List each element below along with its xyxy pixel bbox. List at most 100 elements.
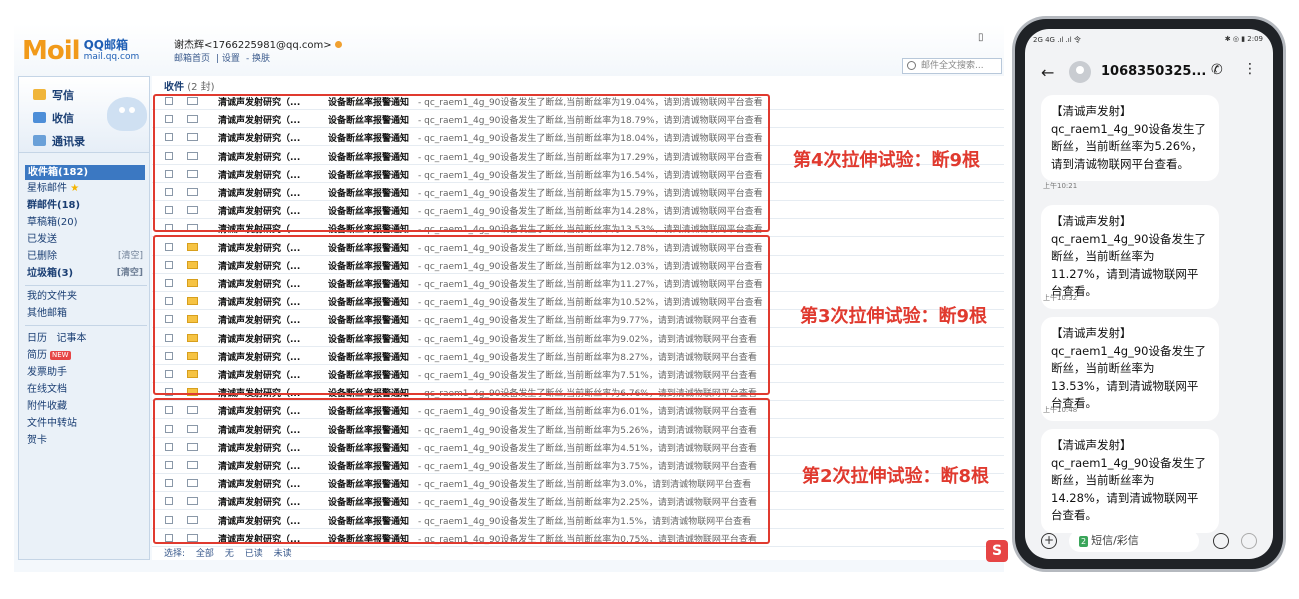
mascot-icon xyxy=(107,97,147,131)
watermark-logo: S xyxy=(986,540,1008,562)
group2-highlight-box xyxy=(153,398,770,544)
search-placeholder: 邮件全文搜索... xyxy=(921,61,984,71)
group2-annotation: 第2次拉伸试验：断8根 xyxy=(802,466,990,487)
mail-header: Moil QQ邮箱 mail.qq.com 谢杰辉<1766225981@qq.… xyxy=(14,24,1004,76)
empty-spam-link[interactable]: [清空] xyxy=(117,266,143,281)
user-account[interactable]: 谢杰辉<1766225981@qq.com> xyxy=(174,36,342,51)
logo-mark-m: M xyxy=(22,36,48,66)
phone-bezel: 2G 4G .ıl .ıl 令 ✱ ◎ ▮ 2:09 ← 1068350325.… xyxy=(1015,19,1283,569)
empty-deleted-link[interactable]: [清空] xyxy=(118,249,143,264)
group4-highlight-box xyxy=(153,94,770,232)
folder-sent[interactable]: 已发送 xyxy=(27,232,147,247)
tool-notebook[interactable]: 记事本 xyxy=(57,333,87,344)
folder-group-label: 群邮件(18) xyxy=(27,200,81,211)
tool-resume[interactable]: 简历 NEW xyxy=(27,348,147,363)
tool-file-transfer[interactable]: 文件中转站 xyxy=(27,416,147,431)
list-footer: 选择: 全部 无 已读 未读 xyxy=(164,546,300,559)
sms-bubble[interactable]: 【清诚声发射】qc_raem1_4g_90设备发生了断丝，当前断丝率为5.26%… xyxy=(1041,95,1219,181)
tool-invoice-label: 发票助手 xyxy=(27,367,67,378)
select-read[interactable]: 已读 xyxy=(245,549,263,559)
link-settings[interactable]: 设置 xyxy=(222,54,240,64)
select-all[interactable]: 全部 xyxy=(196,549,214,559)
my-folders-label: 我的文件夹 xyxy=(27,291,77,302)
contact-number[interactable]: 1068350325... xyxy=(1101,64,1206,79)
folder-deleted-label: 已删除 xyxy=(27,251,57,262)
group4-annotation: 第4次拉伸试验：断9根 xyxy=(793,150,981,171)
screenshot-root: Moil QQ邮箱 mail.qq.com 谢杰辉<1766225981@qq.… xyxy=(0,0,1299,599)
tool-file-transfer-label: 文件中转站 xyxy=(27,418,77,429)
receive-label: 收信 xyxy=(52,112,74,125)
write-label: 写信 xyxy=(52,89,74,102)
link-skin[interactable]: 换肤 xyxy=(252,54,270,64)
other-mailboxes-label: 其他邮箱 xyxy=(27,308,67,319)
mail-sidebar: 写信 收信 通讯录 收件箱(182) 星标邮件 ★ 群邮件(18) 草稿箱(20… xyxy=(18,76,150,560)
sidebar-divider xyxy=(25,285,147,286)
folder-inbox-label: 收件箱(182) xyxy=(28,167,89,178)
write-button[interactable]: 写信 xyxy=(33,87,74,103)
tool-invoice[interactable]: 发票助手 xyxy=(27,365,147,380)
sms-time: 上午10:21 xyxy=(1043,182,1078,190)
back-arrow-icon[interactable]: ← xyxy=(1041,63,1054,82)
contacts-label: 通讯录 xyxy=(52,135,85,148)
tool-calendar-label: 日历 xyxy=(27,333,47,344)
signal-indicators: 2G 4G .ıl .ıl 令 xyxy=(1033,36,1081,44)
qq-mail-logo[interactable]: Moil QQ邮箱 mail.qq.com xyxy=(22,36,139,66)
tool-docs[interactable]: 在线文档 xyxy=(27,382,147,397)
status-right: ✱ ◎ ▮ 2:09 xyxy=(1224,35,1263,43)
header-links: 邮箱首页 | 设置 - 换肤 xyxy=(174,54,271,64)
folder-starred-label: 星标邮件 xyxy=(27,183,67,194)
tool-docs-label: 在线文档 xyxy=(27,384,67,395)
logo-domain: mail.qq.com xyxy=(83,52,140,62)
send-icon[interactable] xyxy=(1241,533,1257,549)
user-email: 谢杰辉<1766225981@qq.com> xyxy=(174,40,332,51)
folder-inbox[interactable]: 收件箱(182) xyxy=(25,165,145,180)
contact-avatar xyxy=(1069,61,1091,83)
more-options-icon[interactable]: ⋮ xyxy=(1243,61,1257,77)
sms-bubble[interactable]: 【清诚声发射】qc_raem1_4g_90设备发生了断丝，当前断丝率为14.28… xyxy=(1041,429,1219,533)
link-home[interactable]: 邮箱首页 xyxy=(174,54,210,64)
message-input-bar: + 2 短信/彩信 xyxy=(1025,529,1273,559)
other-mailboxes[interactable]: 其他邮箱 xyxy=(27,306,147,321)
tool-cards-label: 贺卡 xyxy=(27,435,47,446)
pencil-icon xyxy=(33,89,46,100)
sidebar-top: 写信 收信 通讯录 xyxy=(19,77,149,153)
tool-calendar[interactable]: 日历 记事本 xyxy=(27,331,147,346)
emoji-icon[interactable] xyxy=(1213,533,1229,549)
folder-drafts[interactable]: 草稿箱(20) xyxy=(27,215,147,230)
contacts-icon xyxy=(33,135,46,146)
folder-starred[interactable]: 星标邮件 ★ xyxy=(27,181,147,196)
sms-time: 上午10:32 xyxy=(1043,294,1078,302)
tool-resume-label: 简历 xyxy=(27,350,47,361)
folder-group[interactable]: 群邮件(18) xyxy=(27,198,147,213)
tool-attachments[interactable]: 附件收藏 xyxy=(27,399,147,414)
add-attachment-icon[interactable]: + xyxy=(1041,533,1057,549)
mobile-icon[interactable]: ▯ xyxy=(978,32,984,43)
folder-spam[interactable]: 垃圾箱(3) [清空] xyxy=(27,266,147,281)
message-placeholder: 短信/彩信 xyxy=(1091,534,1139,547)
group3-highlight-box xyxy=(153,235,770,395)
phone-frame: 2G 4G .ıl .ıl 令 ✱ ◎ ▮ 2:09 ← 1068350325.… xyxy=(1012,16,1286,572)
select-label: 选择: xyxy=(164,549,186,559)
new-badge: NEW xyxy=(50,351,71,360)
receive-icon xyxy=(33,112,46,123)
message-input[interactable]: 2 短信/彩信 xyxy=(1069,530,1199,552)
my-folders[interactable]: 我的文件夹 xyxy=(27,289,147,304)
list-title: 收件 (2 封) xyxy=(164,78,215,93)
search-input[interactable]: 邮件全文搜索... xyxy=(902,58,1002,74)
sim-card-icon[interactable]: 2 xyxy=(1079,536,1089,547)
logo-text: QQ邮箱 mail.qq.com xyxy=(84,39,140,63)
logo-mark-accent: oil xyxy=(46,36,81,66)
folder-deleted[interactable]: 已删除 [清空] xyxy=(27,249,147,264)
receive-button[interactable]: 收信 xyxy=(33,110,74,126)
search-icon xyxy=(907,61,916,70)
folder-sent-label: 已发送 xyxy=(27,234,57,245)
status-bar: 2G 4G .ıl .ıl 令 ✱ ◎ ▮ 2:09 xyxy=(1025,29,1273,51)
contacts-button[interactable]: 通讯录 xyxy=(33,133,85,149)
tool-cards[interactable]: 贺卡 xyxy=(27,433,147,448)
select-none[interactable]: 无 xyxy=(225,549,234,559)
star-icon: ★ xyxy=(70,183,80,194)
phone-call-icon[interactable]: ✆ xyxy=(1211,62,1223,78)
status-dot-icon xyxy=(334,41,342,48)
select-unread[interactable]: 未读 xyxy=(274,549,292,559)
sms-screen: 2G 4G .ıl .ıl 令 ✱ ◎ ▮ 2:09 ← 1068350325.… xyxy=(1025,29,1273,559)
